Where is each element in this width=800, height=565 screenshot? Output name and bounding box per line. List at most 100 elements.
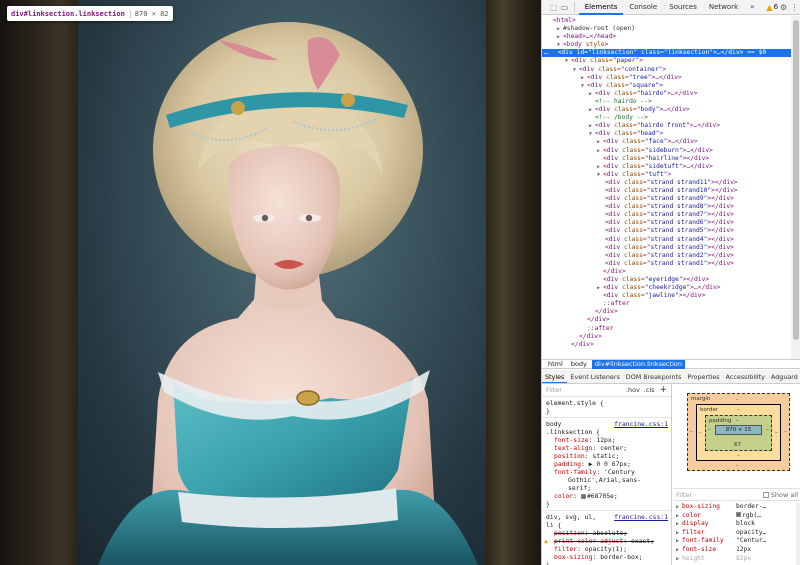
computed-property[interactable]: ▶ color rgb(… xyxy=(673,511,800,521)
dom-comment-hairdo[interactable]: <!-- hairdo --> xyxy=(542,98,791,106)
css-property[interactable]: filter: opacity(1); xyxy=(546,545,667,553)
rule-source-link[interactable]: francine.css:1 xyxy=(614,420,668,428)
css-property-value[interactable]: static; xyxy=(592,452,619,460)
dom-node-eyeridge[interactable]: <div class="eyeridge"></div> xyxy=(542,276,791,284)
css-property-value[interactable]: border-box; xyxy=(600,553,642,561)
css-property-value[interactable]: #68705e; xyxy=(587,492,618,500)
css-property-value[interactable]: exact; xyxy=(631,537,654,545)
css-property[interactable]: text-align: center; xyxy=(546,444,667,452)
warnings-badge[interactable]: ▲ 6 xyxy=(766,3,778,12)
class-toggle[interactable]: .cls xyxy=(644,386,655,394)
dom-comment-body[interactable]: <!-- /body --> xyxy=(542,114,791,122)
css-property-name[interactable]: print-color-adjust xyxy=(554,537,623,545)
inspect-icon[interactable]: ⬚ xyxy=(548,0,559,14)
css-property-value[interactable]: opacity(1); xyxy=(585,545,627,553)
computed-property[interactable]: ▶ font-size 12px xyxy=(673,546,800,555)
rule-selector[interactable]: .linksection { xyxy=(546,428,667,436)
css-property-name[interactable]: color xyxy=(554,492,573,500)
dom-node-hairdo[interactable]: ▶ <div class="hairdo">…</div> xyxy=(542,90,791,98)
padding-top-value[interactable]: – xyxy=(736,418,739,424)
tab-properties[interactable]: Properties xyxy=(684,370,722,383)
settings-icon[interactable]: ⚙ xyxy=(778,0,789,14)
css-property[interactable]: box-sizing: border-box; xyxy=(546,553,667,561)
css-property[interactable]: serif; xyxy=(546,484,667,492)
new-rule-button[interactable]: + xyxy=(659,386,667,395)
more-tabs-button[interactable]: » xyxy=(744,0,760,15)
margin-top-value[interactable]: – xyxy=(736,397,739,403)
rule-selector[interactable]: element.style { xyxy=(546,399,667,407)
dom-node-jawline[interactable]: <div class="jawline"></div> xyxy=(542,292,791,300)
dom-node-strand[interactable]: <div class="strand strand11"></div> xyxy=(542,179,791,187)
dom-node-html[interactable]: <html> xyxy=(542,17,791,25)
computed-property[interactable]: ▶ font-family "Centur… xyxy=(673,537,800,546)
css-property-name[interactable]: padding xyxy=(554,460,581,468)
css-property[interactable]: Gothic',Arial,sans- xyxy=(546,476,667,484)
dom-node-strand[interactable]: <div class="strand strand3"></div> xyxy=(542,244,791,252)
dom-node-strand[interactable]: <div class="strand strand9"></div> xyxy=(542,195,791,203)
border-right-value[interactable]: – xyxy=(775,430,778,436)
dom-node-face[interactable]: ▶ <div class="face">…</div> xyxy=(542,138,791,146)
dom-node-paper[interactable]: ▼ <div class="paper"> xyxy=(542,57,791,65)
breadcrumb-body[interactable]: body xyxy=(568,360,590,369)
computed-scrollbar[interactable] xyxy=(796,503,800,565)
computed-property[interactable]: ▶ height 82px xyxy=(673,555,800,564)
computed-filter-input[interactable]: Filter xyxy=(676,491,763,499)
css-property[interactable]: color: #68705e; xyxy=(546,492,667,500)
margin-left-value[interactable]: – xyxy=(690,429,693,435)
computed-property[interactable]: ▶ filter opacity… xyxy=(673,529,800,538)
css-property-value[interactable]: Gothic',Arial,sans- xyxy=(568,476,641,484)
scrollbar-thumb[interactable] xyxy=(793,20,799,340)
tab-adguard[interactable]: Adguard xyxy=(768,370,800,383)
dom-node-strand[interactable]: <div class="strand strand4"></div> xyxy=(542,236,791,244)
dom-node-shadow-root[interactable]: ▶ #shadow-root (open) xyxy=(542,25,791,33)
css-property-name[interactable]: box-sizing xyxy=(554,553,592,561)
css-property-name[interactable]: font-size xyxy=(554,436,589,444)
css-property-name[interactable]: text-align xyxy=(554,444,592,452)
tab-elements[interactable]: Elements xyxy=(578,0,624,15)
dom-node-strand[interactable]: <div class="strand strand6"></div> xyxy=(542,219,791,227)
dom-node-hairline[interactable]: <div class="hairline"></div> xyxy=(542,155,791,163)
css-property-name[interactable]: filter xyxy=(554,545,577,553)
dom-node-strand[interactable]: <div class="strand strand7"></div> xyxy=(542,211,791,219)
css-property-name[interactable]: font-family xyxy=(554,468,596,476)
box-model-border[interactable]: border – – – – padding – – – 67 870 × 15 xyxy=(696,404,781,461)
dom-node-sideburn[interactable]: ▶ <div class="sideburn">…</div> xyxy=(542,147,791,155)
border-bottom-value[interactable]: – xyxy=(737,453,740,459)
device-toolbar-icon[interactable]: ▭ xyxy=(559,0,570,14)
padding-right-value[interactable]: – xyxy=(766,427,769,433)
css-property-value[interactable]: ▶ 0 0 67px; xyxy=(589,460,631,468)
dom-close-paper[interactable]: </div> xyxy=(542,341,791,349)
dom-node-cheekridge[interactable]: ▶ <div class="cheekridge">…</div> xyxy=(542,284,791,292)
css-property[interactable]: font-size: 12px; xyxy=(546,436,667,444)
css-property-name[interactable]: position xyxy=(554,529,585,537)
dom-node-hairdo-front[interactable]: ▶ <div class="hairdo front">…</div> xyxy=(542,122,791,130)
dom-node-container[interactable]: ▼ <div class="container"> xyxy=(542,66,791,74)
dom-node-strand[interactable]: <div class="strand strand1"></div> xyxy=(542,260,791,268)
breadcrumb-html[interactable]: html xyxy=(545,360,566,369)
dom-node-sidetuft[interactable]: ▶ <div class="sidetuft">…</div> xyxy=(542,163,791,171)
dom-pseudo-after[interactable]: ::after xyxy=(542,300,791,308)
css-property[interactable]: ▲ print-color-adjust: exact; xyxy=(544,537,667,545)
box-model-content[interactable]: 870 × 15 xyxy=(715,425,762,435)
show-all-checkbox[interactable] xyxy=(762,491,769,498)
box-model-padding[interactable]: padding – – – 67 870 × 15 xyxy=(705,415,772,451)
rule-source-link[interactable]: francine.css:1 xyxy=(614,513,668,521)
rule-selector[interactable]: li { xyxy=(546,521,667,529)
dom-node-linksection-selected[interactable]: … ▶ <div id="linksection" class="linksect… xyxy=(542,49,791,58)
dom-node-tree[interactable]: ▶ <div class="tree">…</div> xyxy=(542,74,791,82)
border-left-value[interactable]: – xyxy=(699,430,702,436)
css-property-value[interactable]: 12px; xyxy=(596,436,615,444)
dom-node-tuft[interactable]: ▼ <div class="tuft"> xyxy=(542,171,791,179)
styles-filter-input[interactable]: Filter xyxy=(546,386,622,394)
dom-node-head-div[interactable]: ▼ <div class="head"> xyxy=(542,130,791,138)
color-swatch[interactable] xyxy=(736,511,741,517)
tab-network[interactable]: Network xyxy=(703,0,744,15)
css-property-value[interactable]: 'Century xyxy=(604,468,635,476)
dom-node-strand[interactable]: <div class="strand strand8"></div> xyxy=(542,203,791,211)
computed-property[interactable]: ▶ box-sizing border-… xyxy=(673,503,800,512)
css-property[interactable]: padding: ▶ 0 0 67px; xyxy=(546,460,667,468)
css-property[interactable]: position: absolute; xyxy=(546,529,667,537)
css-property-value[interactable]: center; xyxy=(600,444,627,452)
padding-bottom-value[interactable]: 67 xyxy=(734,442,741,448)
padding-left-value[interactable]: – xyxy=(708,427,711,433)
